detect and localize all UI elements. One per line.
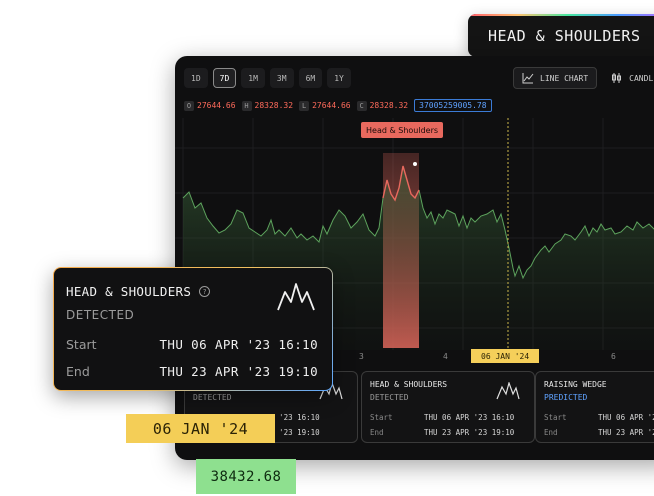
card-status: DETECTED xyxy=(370,393,409,402)
ohlc-readout: O 27644.66 H 28328.32 L 27644.66 C 28328.32 … xyxy=(184,99,492,112)
card-title: HEAD & SHOULDERS xyxy=(370,380,448,389)
pattern-card-raising-wedge[interactable]: RAISING WEDGE PREDICTED Start THU 06 APR … xyxy=(535,371,654,443)
detected-pattern-card[interactable]: HEAD & SHOULDERS ? DETECTED Start THU 06… xyxy=(53,267,333,391)
card-status: DETECTED xyxy=(193,393,232,402)
card-end-label: End xyxy=(544,428,558,437)
high-key: H xyxy=(241,100,252,111)
x-tick-label: 6 xyxy=(611,352,616,361)
open-value: 27644.66 xyxy=(197,100,236,110)
volume-value: 37005259005.78 xyxy=(414,99,492,112)
card-end-value: THU 23 APR '23 19:10 xyxy=(424,428,515,437)
timeframe-7d-button[interactable]: 7D xyxy=(212,68,237,88)
detected-start-label: Start xyxy=(66,337,97,352)
chart-app-window: 1D 7D 1M 3M 6M 1Y LINE CHART CANDLE O276… xyxy=(175,56,654,460)
detected-card-title: HEAD & SHOULDERS ? xyxy=(66,284,211,299)
pattern-card-head-shoulders[interactable]: HEAD & SHOULDERS DETECTED Start THU 06 AP… xyxy=(361,371,535,443)
card-start-label: Start xyxy=(544,413,567,422)
detected-card-status: DETECTED xyxy=(66,308,135,322)
card-status: PREDICTED xyxy=(544,393,588,402)
detected-end-label: End xyxy=(66,364,90,379)
x-tick-label: 4 xyxy=(443,352,448,361)
x-tick-label: 3 xyxy=(359,352,364,361)
card-end-value: THU 23 APR '23 19:10 xyxy=(598,428,654,437)
pattern-title: HEAD & SHOULDERS xyxy=(488,27,641,45)
pattern-title-pill: HEAD & SHOULDERS xyxy=(468,14,654,57)
crosshair-date-badge: 06 JAN '24 xyxy=(471,349,540,363)
line-chart-button[interactable]: LINE CHART xyxy=(513,67,598,89)
low-value: 27644.66 xyxy=(312,100,351,110)
line-chart-icon xyxy=(522,73,534,84)
chart-type-selector: LINE CHART CANDLE xyxy=(513,67,654,89)
card-start-value: THU 06 APR '23 16:10 xyxy=(598,413,654,422)
close-value: 28328.32 xyxy=(369,100,409,110)
low-key: L xyxy=(299,100,310,111)
high-value: 28328.32 xyxy=(254,100,294,110)
candle-chart-button[interactable]: CANDLE xyxy=(603,67,654,89)
candle-chart-label: CANDLE xyxy=(629,73,654,83)
card-end-label: End xyxy=(370,428,384,437)
timeframe-1d-button[interactable]: 1D xyxy=(184,68,208,88)
timeframe-3m-button[interactable]: 3M xyxy=(269,68,294,88)
timeframe-6m-button[interactable]: 6M xyxy=(298,68,323,88)
card-title: RAISING WEDGE xyxy=(544,380,607,389)
pattern-marker xyxy=(413,162,417,166)
detected-card-title-text: HEAD & SHOULDERS xyxy=(66,284,192,299)
timeframe-1y-button[interactable]: 1Y xyxy=(327,68,351,88)
date-tag: 06 JAN '24 xyxy=(126,414,275,443)
rainbow-accent xyxy=(468,14,654,16)
timeframe-1m-button[interactable]: 1M xyxy=(241,68,265,88)
card-start-label: Start xyxy=(370,413,393,422)
help-icon[interactable]: ? xyxy=(199,286,211,297)
pattern-label-pill: Head & Shoulders xyxy=(361,122,444,138)
price-tag: 38432.68 xyxy=(196,459,296,494)
detected-end-value: THU 23 APR '23 19:10 xyxy=(159,364,318,379)
open-key: O xyxy=(184,100,194,111)
pattern-wave-icon xyxy=(496,382,520,400)
card-start-value: THU 06 APR '23 16:10 xyxy=(424,413,515,422)
pattern-wave-icon xyxy=(277,283,315,311)
close-key: C xyxy=(356,100,367,111)
detected-start-value: THU 06 APR '23 16:10 xyxy=(159,337,318,352)
line-chart-label: LINE CHART xyxy=(540,73,589,83)
candlestick-icon xyxy=(612,73,622,83)
timeframe-selector: 1D 7D 1M 3M 6M 1Y xyxy=(184,68,351,88)
